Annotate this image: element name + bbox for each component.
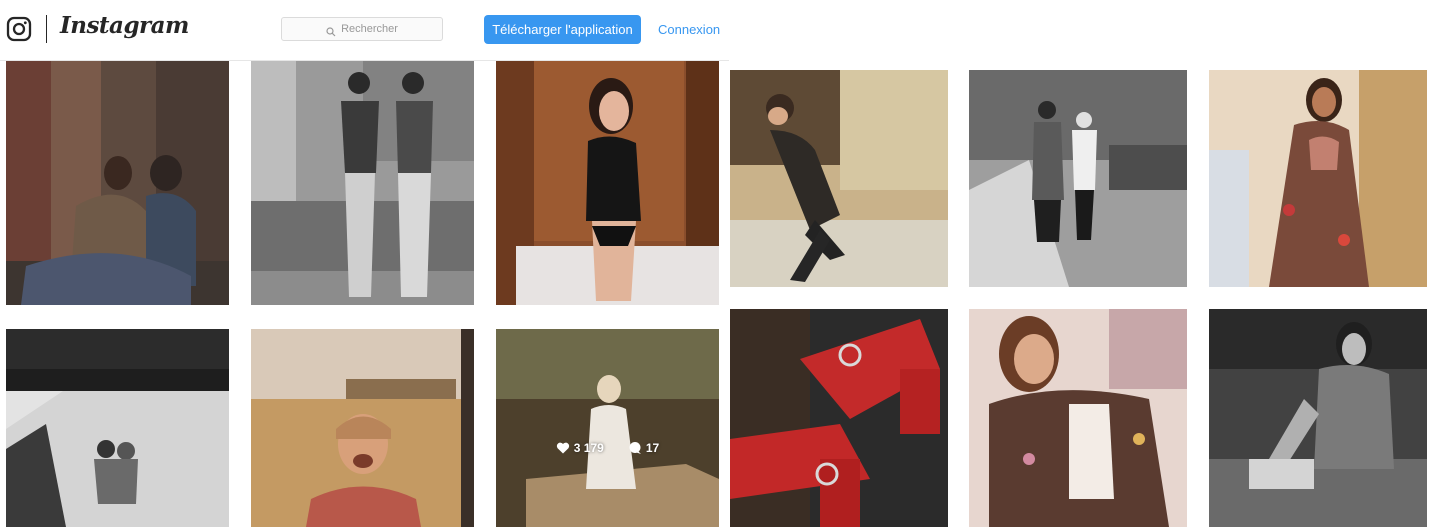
comments-stat: 17: [628, 441, 659, 455]
search-placeholder: Rechercher: [341, 23, 398, 35]
top-nav-bar: Instagram Rechercher Télécharger l'appli…: [0, 0, 734, 61]
download-app-button[interactable]: Télécharger l'application: [484, 15, 641, 44]
comment-bubble-icon: [629, 442, 641, 454]
post-tile-tattooed-man-car[interactable]: [1209, 309, 1427, 527]
search-input[interactable]: Rechercher: [281, 17, 443, 41]
post-tile-woman-floral-jacket[interactable]: [1209, 70, 1427, 287]
post-image: [969, 70, 1187, 287]
post-tile-two-men-standing[interactable]: [251, 61, 474, 305]
instagram-wordmark[interactable]: Instagram: [60, 12, 189, 39]
post-image: [1209, 309, 1427, 527]
post-image: [251, 329, 474, 527]
post-image: [730, 70, 948, 287]
post-image: [496, 61, 719, 305]
search-icon: [326, 24, 336, 37]
likes-count: 3 179: [573, 441, 604, 455]
instagram-camera-icon[interactable]: [6, 16, 32, 42]
post-tile-woman-floral-outfit[interactable]: [969, 309, 1187, 527]
heart-icon: [556, 442, 569, 454]
post-image: [730, 309, 948, 527]
logo-divider: [46, 15, 47, 43]
post-image: [251, 61, 474, 305]
post-tile-woman-laughing[interactable]: [496, 61, 719, 305]
post-image: [496, 329, 719, 527]
post-image: [6, 329, 229, 527]
post-tile-man-laughing-field[interactable]: [251, 329, 474, 527]
post-image: [6, 61, 229, 305]
post-tile-couple-car[interactable]: [6, 329, 229, 527]
comments-count: 17: [645, 441, 660, 455]
post-tile-red-studded-sandals[interactable]: [730, 309, 948, 527]
right-panel-top-strip: [729, 0, 1431, 70]
post-tile-couple-embrace[interactable]: [6, 61, 229, 305]
post-image: [969, 309, 1187, 527]
post-tile-woman-on-car[interactable]: 3 179 17: [496, 329, 719, 527]
likes-stat: 3 179: [556, 441, 604, 455]
post-tile-couple-walking-street[interactable]: [969, 70, 1187, 287]
login-link[interactable]: Connexion: [658, 22, 720, 37]
post-stats-overlay: 3 179 17: [496, 441, 719, 455]
post-tile-man-walking-street[interactable]: [730, 70, 948, 287]
post-image: [1209, 70, 1427, 287]
